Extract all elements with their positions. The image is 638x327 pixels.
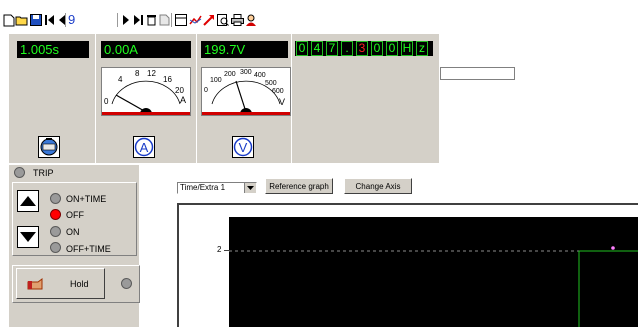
clock-button[interactable] <box>38 136 60 158</box>
toolbar-separator <box>65 13 66 27</box>
open-folder-icon[interactable] <box>15 13 29 27</box>
mode-up-button[interactable] <box>17 190 39 212</box>
voltmeter-tick: 300 <box>240 69 252 76</box>
arrow-down-icon <box>20 232 36 242</box>
voltmeter-tick: 500 <box>265 80 277 87</box>
y-tick-mark <box>224 250 229 251</box>
hold-indicator <box>121 278 132 289</box>
trend-arrow-icon[interactable] <box>202 13 216 27</box>
window-icon[interactable] <box>174 13 188 27</box>
frequency-digit: 0 <box>386 41 398 56</box>
axis-select-value: Time/Extra 1 <box>180 183 226 192</box>
mode-led-off[interactable] <box>50 209 61 220</box>
toolbar: 9 <box>0 0 638 30</box>
trip-indicator <box>14 167 25 178</box>
hold-button[interactable]: Hold <box>16 268 105 299</box>
voltmeter-gauge: 0 100 200 300 400 500 600 V <box>201 67 291 116</box>
y-tick-label: 2 <box>217 245 222 254</box>
frequency-digit: 0 <box>296 41 308 56</box>
mode-down-button[interactable] <box>17 226 39 248</box>
ammeter-needle <box>115 94 147 112</box>
ammeter-button[interactable]: A <box>133 136 155 158</box>
frequency-digit: 3 <box>356 41 368 56</box>
toolbar-separator <box>171 13 172 27</box>
mode-led-on-time[interactable] <box>50 193 61 204</box>
axis-select[interactable]: Time/Extra 1 <box>177 182 257 194</box>
reference-graph-button[interactable]: Reference graph <box>265 178 333 194</box>
clock-icon <box>40 138 58 156</box>
ammeter-icon: A <box>134 137 154 157</box>
trash-icon[interactable] <box>144 13 158 27</box>
voltmeter-tick: 400 <box>254 72 266 79</box>
ammeter-gauge: 0 4 8 12 16 20 A <box>101 67 191 116</box>
time-readout: 1.005s <box>17 41 89 58</box>
voltmeter-tick: 100 <box>210 77 222 84</box>
frequency-digit: 7 <box>326 41 338 56</box>
ammeter-tick: 12 <box>147 69 156 78</box>
mode-label: OFF+TIME <box>66 244 111 254</box>
ammeter-tick: 8 <box>135 69 140 78</box>
text-field[interactable] <box>440 67 515 80</box>
voltage-readout: 199.7V <box>201 41 288 58</box>
chart-edit-icon[interactable] <box>188 13 202 27</box>
panel-divider <box>95 34 96 163</box>
voltmeter-tick: 200 <box>224 71 236 78</box>
ammeter-tick: 16 <box>163 75 172 84</box>
last-frame-icon[interactable] <box>131 13 145 27</box>
ammeter-base <box>102 112 190 115</box>
ammeter-tick: 4 <box>118 75 123 84</box>
voltmeter-tick: 600 <box>272 88 284 95</box>
print-icon[interactable] <box>230 13 244 27</box>
frequency-digit: z <box>416 41 428 56</box>
current-readout: 0.00A <box>101 41 191 58</box>
mode-label: ON <box>66 227 80 237</box>
previous-frame-icon[interactable] <box>55 13 69 27</box>
new-file-icon[interactable] <box>2 13 16 27</box>
frequency-digit: 4 <box>311 41 323 56</box>
panel-divider <box>196 34 197 163</box>
ammeter-unit: A <box>180 95 186 105</box>
trip-label: TRIP <box>33 168 54 178</box>
svg-text:V: V <box>239 140 248 155</box>
hold-hand-icon <box>27 277 43 289</box>
voltmeter-base <box>202 112 290 115</box>
user-icon[interactable] <box>244 13 258 27</box>
frame-number: 9 <box>68 12 76 27</box>
ammeter-tick: 0 <box>104 97 109 106</box>
frequency-digit: . <box>341 41 353 56</box>
voltmeter-needle <box>235 80 247 112</box>
mode-label: OFF <box>66 210 84 220</box>
frequency-digit: 0 <box>371 41 383 56</box>
panel-divider <box>291 34 292 163</box>
arrow-up-icon <box>20 196 36 206</box>
svg-text:A: A <box>140 140 149 155</box>
mode-label: ON+TIME <box>66 194 107 204</box>
frequency-digit: H <box>401 41 413 56</box>
mode-led-on[interactable] <box>50 226 61 237</box>
voltmeter-icon: V <box>233 137 253 157</box>
document-icon[interactable] <box>157 13 171 27</box>
voltmeter-tick: 0 <box>204 87 208 94</box>
marker-point <box>611 246 615 250</box>
chevron-down-icon[interactable] <box>244 183 256 193</box>
plot-canvas[interactable] <box>229 217 638 327</box>
voltmeter-unit: V <box>279 97 285 107</box>
ammeter-tick: 20 <box>175 86 184 95</box>
mode-led-off-time[interactable] <box>50 242 61 253</box>
print-preview-icon[interactable] <box>216 13 230 27</box>
hold-label: Hold <box>70 278 89 289</box>
save-icon[interactable] <box>29 13 43 27</box>
toolbar-separator <box>117 13 118 27</box>
change-axis-button[interactable]: Change Axis <box>344 178 412 194</box>
voltmeter-button[interactable]: V <box>232 136 254 158</box>
